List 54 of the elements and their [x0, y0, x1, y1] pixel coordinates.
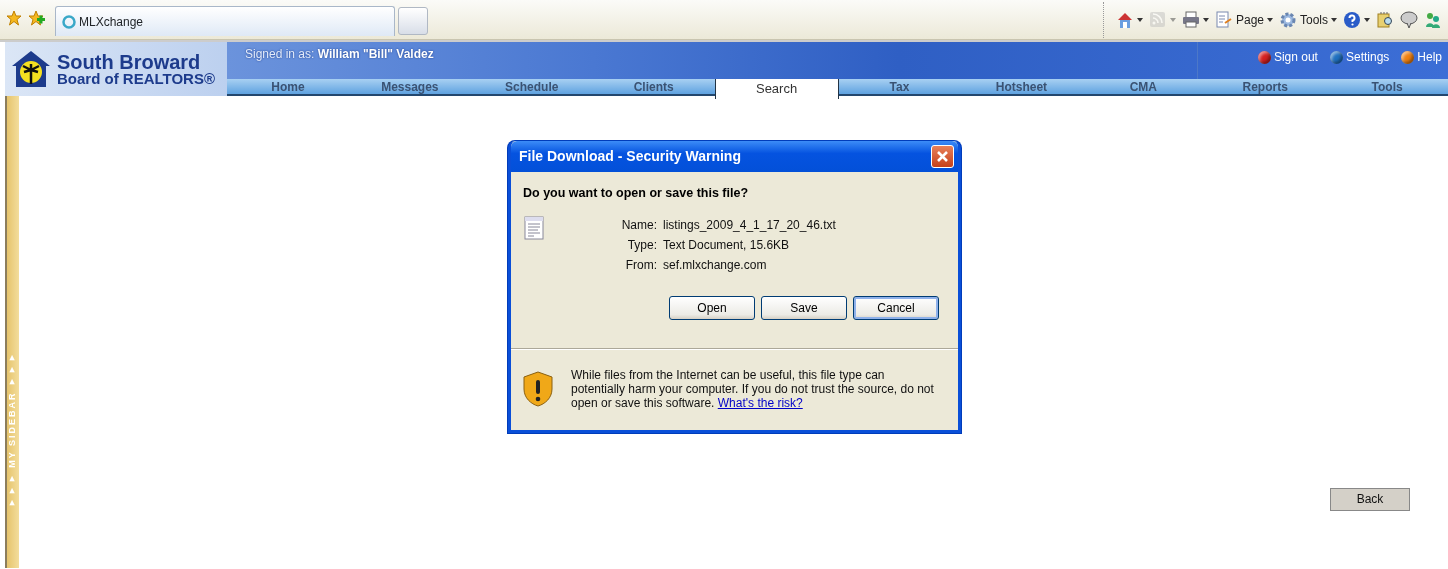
toolbar-button[interactable] [1343, 11, 1370, 29]
dialog-button[interactable]: Open [669, 295, 755, 320]
speech-bubble-icon[interactable] [1400, 11, 1418, 29]
printer-icon[interactable] [1181, 11, 1200, 29]
nav-tab[interactable]: CMA [1082, 79, 1205, 94]
people-icon[interactable] [1424, 11, 1442, 29]
nav-tab[interactable]: Hotsheet [960, 79, 1083, 94]
book-icon[interactable] [1376, 11, 1394, 29]
close-icon[interactable] [936, 150, 949, 163]
nav-tab[interactable]: Messages [348, 79, 471, 94]
close-button[interactable] [931, 145, 954, 168]
toolbar-button[interactable]: Page [1214, 11, 1273, 29]
field-value: sef.mlxchange.com [663, 256, 767, 274]
warning-text: While files from the Internet can be useful, this file type can potentially harm your computer. If you do not trust the source, do not open or save this software. What's the risk? [571, 368, 935, 411]
header-link[interactable]: Help [1401, 48, 1442, 66]
logo-title: South Broward [57, 53, 202, 72]
field-label: Type: [626, 236, 658, 254]
nav-tab[interactable]: Tools [1326, 79, 1448, 94]
header-link[interactable]: Settings [1329, 48, 1390, 66]
page-icon[interactable] [1214, 11, 1233, 29]
caret-icon[interactable] [1331, 18, 1337, 22]
nav-tab[interactable]: Clients [592, 79, 715, 94]
signed-in-text: Signed in as: William "Bill" Valdez [245, 46, 434, 63]
field-value: listings_2009_4_1_17_20_46.txt [663, 216, 836, 234]
add-favorite-icon[interactable] [28, 10, 46, 26]
field-label: From: [624, 256, 658, 274]
nav-tab[interactable]: Search [714, 79, 839, 99]
logo-subtitle: Board of REALTORS® [57, 72, 215, 85]
risk-link[interactable]: What's the risk? [717, 396, 803, 411]
house-palm-logo-icon[interactable] [11, 50, 51, 88]
nav-tab[interactable]: Tax [838, 79, 961, 94]
dialog-button[interactable]: Save [761, 295, 847, 320]
field-value: Text Document, 15.6KB [663, 236, 790, 254]
field-label: Name: [620, 216, 658, 234]
toolbar-button[interactable] [1181, 11, 1209, 29]
help-icon[interactable] [1343, 11, 1361, 29]
dialog-button[interactable]: Cancel [853, 295, 939, 320]
favorites-star-icon[interactable] [6, 10, 22, 26]
nav-tab[interactable]: Home [227, 79, 349, 94]
loading-icon [62, 14, 76, 29]
caret-icon[interactable] [1202, 18, 1209, 22]
back-button[interactable]: Back [1330, 487, 1410, 511]
caret-icon[interactable] [1364, 18, 1370, 22]
header-link[interactable]: Sign out [1257, 48, 1318, 66]
dialog-title: File Download - Security Warning [519, 147, 741, 166]
nav-tab[interactable]: Reports [1204, 79, 1327, 94]
caret-icon[interactable] [1267, 18, 1273, 22]
toolbar-button[interactable]: Tools [1279, 11, 1337, 29]
warning-shield-icon[interactable] [523, 371, 553, 408]
gear-icon[interactable] [1279, 11, 1297, 29]
caret-icon[interactable] [1136, 18, 1143, 22]
dialog-question: Do you want to open or save this file? [523, 185, 750, 202]
browser-tab[interactable]: MLXchange [55, 6, 395, 36]
nav-tab[interactable]: Schedule [470, 79, 593, 94]
